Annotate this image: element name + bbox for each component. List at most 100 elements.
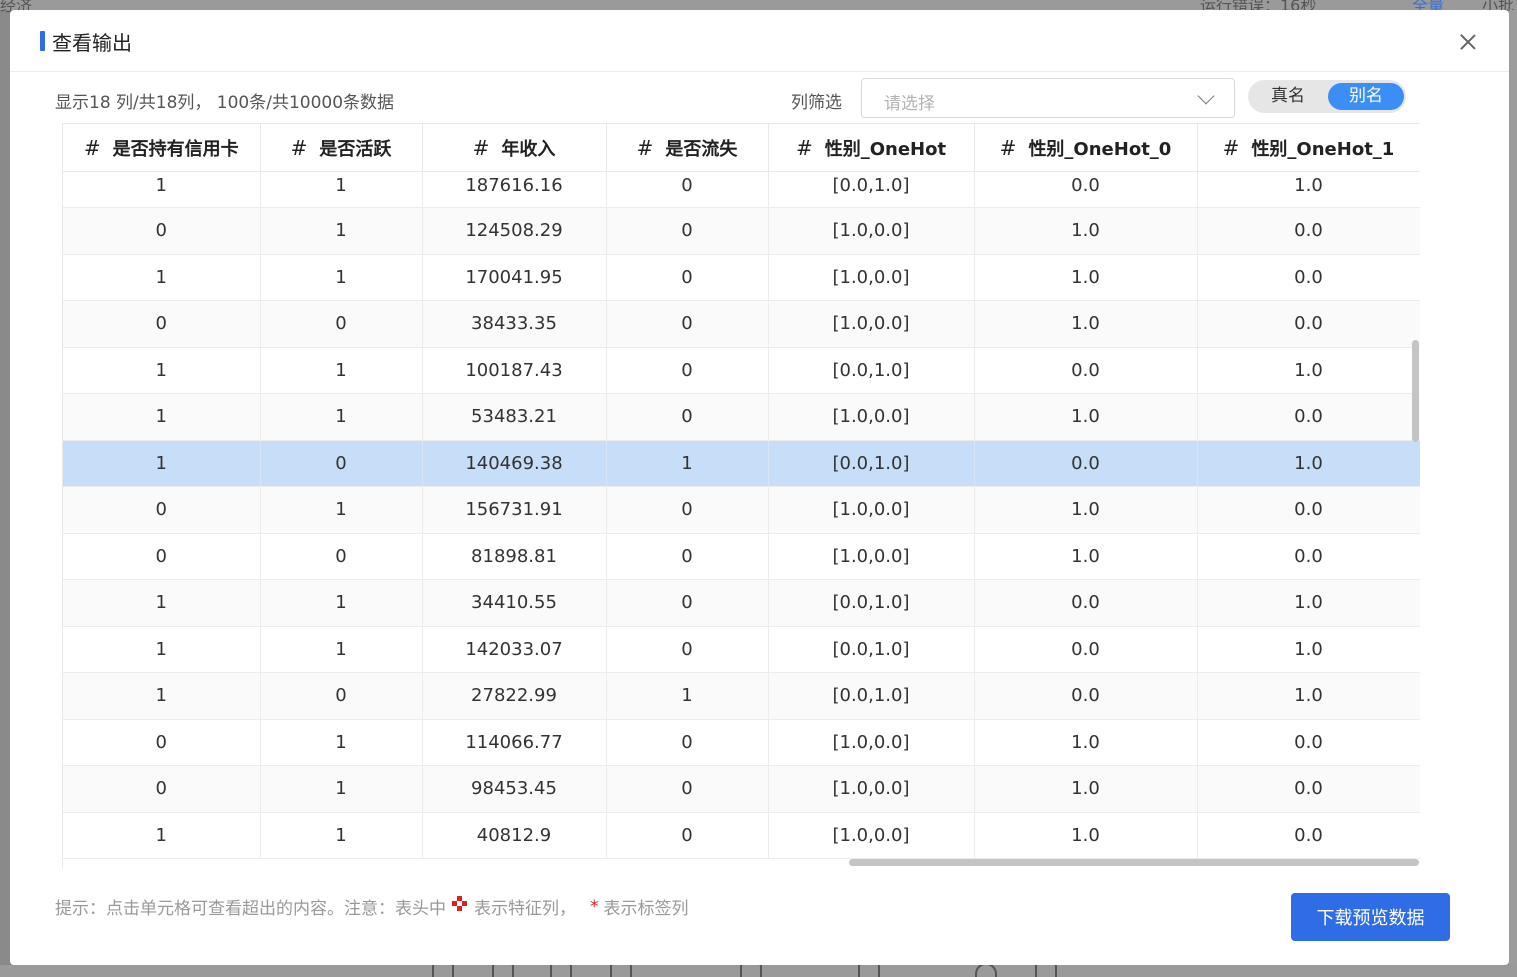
table-cell[interactable]: 53483.21 xyxy=(422,393,607,441)
table-cell[interactable]: 0 xyxy=(606,393,769,441)
table-cell[interactable]: 1 xyxy=(260,486,423,534)
table-cell[interactable]: 1.0 xyxy=(974,207,1198,255)
table-cell[interactable]: 114066.77 xyxy=(422,719,607,766)
table-cell[interactable]: 1 xyxy=(260,812,423,859)
table-cell[interactable]: 38433.35 xyxy=(422,300,607,348)
table-row[interactable]: 1 1 34410.55 0 [0.0,1.0] 0.0 1.0 xyxy=(63,579,1420,627)
table-cell[interactable]: 1 xyxy=(260,579,423,627)
table-cell[interactable]: 1.0 xyxy=(974,486,1198,534)
table-cell[interactable]: 1.0 xyxy=(1197,672,1420,720)
table-cell[interactable]: 1.0 xyxy=(974,533,1198,580)
table-row[interactable]: 1 1 170041.95 0 [1.0,0.0] 1.0 0.0 xyxy=(63,254,1420,301)
table-cell[interactable]: 0 xyxy=(260,300,423,348)
table-cell[interactable]: 0 xyxy=(606,626,769,673)
table-cell[interactable]: 0 xyxy=(260,533,423,580)
download-preview-button[interactable]: 下载预览数据 xyxy=(1291,893,1450,941)
table-cell[interactable]: [1.0,0.0] xyxy=(768,533,975,580)
table-cell[interactable]: [1.0,0.0] xyxy=(768,812,975,859)
table-cell[interactable]: 0 xyxy=(606,533,769,580)
table-cell[interactable]: 1 xyxy=(260,765,423,813)
table-row[interactable]: 1 1 100187.43 0 [0.0,1.0] 0.0 1.0 xyxy=(63,347,1420,394)
table-cell[interactable]: 0 xyxy=(260,440,423,487)
table-cell[interactable]: 40812.9 xyxy=(422,812,607,859)
table-row[interactable]: 1 1 142033.07 0 [0.0,1.0] 0.0 1.0 xyxy=(63,626,1420,673)
table-cell[interactable]: 1 xyxy=(63,254,261,301)
table-cell[interactable]: [1.0,0.0] xyxy=(768,765,975,813)
table-cell[interactable]: [0.0,1.0] xyxy=(768,579,975,627)
table-cell[interactable]: [1.0,0.0] xyxy=(768,207,975,255)
table-cell[interactable]: 0.0 xyxy=(974,672,1198,720)
table-cell[interactable]: 1 xyxy=(63,440,261,487)
table-cell[interactable]: 0 xyxy=(606,300,769,348)
table-cell[interactable]: 0.0 xyxy=(1197,300,1420,348)
table-cell[interactable]: 0.0 xyxy=(1197,719,1420,766)
table-row[interactable]: 1 1 187616.16 0 [0.0,1.0] 0.0 1.0 xyxy=(63,171,1420,208)
table-cell[interactable]: 1 xyxy=(63,171,261,208)
column-header[interactable]: # 性别_OneHot xyxy=(768,123,975,172)
table-cell[interactable]: [0.0,1.0] xyxy=(768,171,975,208)
table-cell[interactable]: 1.0 xyxy=(974,300,1198,348)
table-cell[interactable]: [0.0,1.0] xyxy=(768,347,975,394)
table-cell[interactable]: [0.0,1.0] xyxy=(768,672,975,720)
column-header[interactable]: # 年收入 xyxy=(422,123,607,172)
vertical-scrollbar[interactable] xyxy=(1412,340,1419,442)
table-cell[interactable]: 1.0 xyxy=(1197,579,1420,627)
table-cell[interactable]: 0.0 xyxy=(1197,486,1420,534)
table-row[interactable]: 1 1 53483.21 0 [1.0,0.0] 1.0 0.0 xyxy=(63,393,1420,441)
table-cell[interactable]: 0.0 xyxy=(1197,765,1420,813)
table-cell[interactable]: 0 xyxy=(606,579,769,627)
table-row[interactable]: 0 0 38433.35 0 [1.0,0.0] 1.0 0.0 xyxy=(63,300,1420,348)
table-cell[interactable]: 1 xyxy=(260,626,423,673)
table-row[interactable]: 1 1 40812.9 0 [1.0,0.0] 1.0 0.0 xyxy=(63,812,1420,859)
table-cell[interactable]: 1.0 xyxy=(974,393,1198,441)
table-cell[interactable]: 100187.43 xyxy=(422,347,607,394)
table-cell[interactable]: 1.0 xyxy=(974,719,1198,766)
table-cell[interactable]: 27822.99 xyxy=(422,672,607,720)
table-cell[interactable]: 0.0 xyxy=(974,440,1198,487)
table-row[interactable]: 0 0 81898.81 0 [1.0,0.0] 1.0 0.0 xyxy=(63,533,1420,580)
table-cell[interactable]: 0.0 xyxy=(974,347,1198,394)
table-cell[interactable]: 0 xyxy=(606,207,769,255)
table-cell[interactable]: 142033.07 xyxy=(422,626,607,673)
table-cell[interactable]: 0.0 xyxy=(1197,533,1420,580)
table-cell[interactable]: 0 xyxy=(606,171,769,208)
table-cell[interactable]: 1 xyxy=(260,207,423,255)
table-cell[interactable]: 0 xyxy=(63,486,261,534)
table-cell[interactable]: [1.0,0.0] xyxy=(768,254,975,301)
table-cell[interactable]: 0 xyxy=(606,254,769,301)
table-cell[interactable]: [1.0,0.0] xyxy=(768,393,975,441)
column-header[interactable]: # 是否活跃 xyxy=(260,123,423,172)
table-cell[interactable]: 0 xyxy=(63,533,261,580)
table-cell[interactable]: 1 xyxy=(260,171,423,208)
table-cell[interactable]: 0.0 xyxy=(974,626,1198,673)
table-cell[interactable]: 0 xyxy=(63,207,261,255)
table-cell[interactable]: [1.0,0.0] xyxy=(768,719,975,766)
table-cell[interactable]: 1 xyxy=(63,393,261,441)
table-cell[interactable]: 0 xyxy=(260,672,423,720)
horizontal-scrollbar[interactable] xyxy=(849,859,1419,866)
table-cell[interactable]: 0 xyxy=(606,486,769,534)
toggle-real-name[interactable]: 真名 xyxy=(1252,83,1324,110)
table-cell[interactable]: 1 xyxy=(260,254,423,301)
table-cell[interactable]: 0.0 xyxy=(1197,393,1420,441)
column-header[interactable]: # 性别_OneHot_0 xyxy=(974,123,1198,172)
table-row[interactable]: 0 1 156731.91 0 [1.0,0.0] 1.0 0.0 xyxy=(63,486,1420,534)
table-cell[interactable]: 1.0 xyxy=(974,812,1198,859)
table-cell[interactable]: 1.0 xyxy=(1197,626,1420,673)
table-cell[interactable]: 81898.81 xyxy=(422,533,607,580)
toggle-alias[interactable]: 别名 xyxy=(1328,83,1404,110)
table-cell[interactable]: [0.0,1.0] xyxy=(768,440,975,487)
table-row[interactable]: 1 0 27822.99 1 [0.0,1.0] 0.0 1.0 xyxy=(63,672,1420,720)
table-cell[interactable]: 1 xyxy=(606,440,769,487)
table-cell[interactable]: 1 xyxy=(63,579,261,627)
data-table-container[interactable]: # 是否持有信用卡 # 是否活跃 # 年收入 # 是否流失 # 性别_OneHot # 性别_OneH… xyxy=(62,123,1420,868)
table-cell[interactable]: 1.0 xyxy=(1197,347,1420,394)
table-row[interactable]: 0 1 98453.45 0 [1.0,0.0] 1.0 0.0 xyxy=(63,765,1420,813)
table-cell[interactable]: 1 xyxy=(260,347,423,394)
table-cell[interactable]: 0 xyxy=(606,765,769,813)
table-cell[interactable]: 0.0 xyxy=(1197,207,1420,255)
table-cell[interactable]: 1.0 xyxy=(1197,440,1420,487)
table-cell[interactable]: 140469.38 xyxy=(422,440,607,487)
column-header[interactable]: # 性别_OneHot_1 xyxy=(1197,123,1420,172)
close-icon[interactable] xyxy=(1454,28,1482,56)
